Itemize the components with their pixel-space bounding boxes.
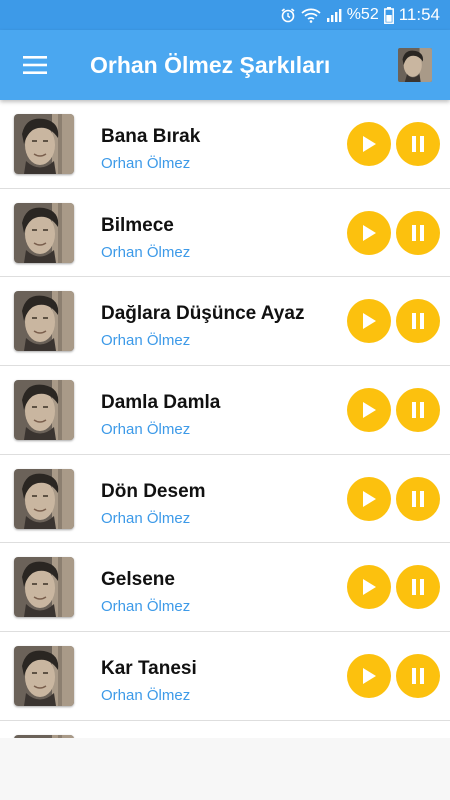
pause-button[interactable] xyxy=(396,654,440,699)
song-thumbnail xyxy=(14,557,74,618)
menu-button[interactable] xyxy=(0,30,70,100)
artist-avatar[interactable] xyxy=(398,48,432,82)
pause-button[interactable] xyxy=(396,122,440,166)
bottom-empty-area xyxy=(0,738,450,800)
play-icon xyxy=(363,224,376,241)
play-icon xyxy=(363,579,376,596)
song-list: Bana Bırak Orhan Ölmez Bilmece Orhan Ölm… xyxy=(0,100,450,738)
play-icon xyxy=(363,402,376,419)
song-row[interactable]: Gelsene Orhan Ölmez xyxy=(0,543,450,633)
play-button[interactable] xyxy=(347,210,391,255)
play-button[interactable] xyxy=(347,654,391,699)
song-title: Kar Tanesi xyxy=(101,658,197,680)
play-icon xyxy=(363,490,376,507)
pause-button[interactable] xyxy=(396,210,440,255)
song-row[interactable] xyxy=(0,720,450,738)
song-title: Gelsene xyxy=(101,569,175,591)
pause-icon xyxy=(412,490,424,507)
song-artist: Orhan Ölmez xyxy=(101,509,191,527)
page-title: Orhan Ölmez Şarkıları xyxy=(90,51,331,78)
song-title: Damla Damla xyxy=(101,392,221,414)
play-button[interactable] xyxy=(347,122,391,166)
song-artist: Orhan Ölmez xyxy=(101,243,191,261)
song-artist: Orhan Ölmez xyxy=(101,687,191,705)
song-thumbnail xyxy=(14,291,74,352)
song-thumbnail xyxy=(14,202,74,263)
play-button[interactable] xyxy=(347,388,391,433)
song-thumbnail xyxy=(14,380,74,441)
alarm-icon xyxy=(280,7,296,23)
pause-icon xyxy=(412,136,424,152)
clock: 11:54 xyxy=(398,5,440,24)
status-bar: %52 11:54 xyxy=(0,0,450,30)
pause-icon xyxy=(412,313,424,330)
play-button[interactable] xyxy=(347,299,391,344)
song-row[interactable]: Bilmece Orhan Ölmez xyxy=(0,188,450,278)
signal-icon xyxy=(326,7,342,23)
song-row[interactable]: Damla Damla Orhan Ölmez xyxy=(0,366,450,455)
song-thumbnail xyxy=(14,468,74,529)
pause-icon xyxy=(412,579,424,596)
menu-icon xyxy=(23,56,47,74)
play-icon xyxy=(363,668,376,685)
song-row[interactable]: Kar Tanesi Orhan Ölmez xyxy=(0,632,450,721)
pause-icon xyxy=(412,668,424,685)
pause-button[interactable] xyxy=(396,565,440,610)
play-button[interactable] xyxy=(347,565,391,610)
song-row[interactable]: Bana Bırak Orhan Ölmez xyxy=(0,100,450,189)
song-thumbnail xyxy=(14,646,74,707)
battery-percent: %52 xyxy=(346,6,379,23)
song-title: Dağlara Düşünce Ayaz xyxy=(101,303,305,325)
song-row[interactable]: Dön Desem Orhan Ölmez xyxy=(0,454,450,544)
song-artist: Orhan Ölmez xyxy=(101,155,191,172)
song-row[interactable]: Dağlara Düşünce Ayaz Orhan Ölmez xyxy=(0,277,450,367)
song-thumbnail xyxy=(14,114,74,174)
play-icon xyxy=(363,313,376,330)
song-title: Bana Bırak xyxy=(101,126,201,147)
song-title: Dön Desem xyxy=(101,480,206,502)
pause-button[interactable] xyxy=(396,476,440,521)
song-title: Bilmece xyxy=(101,214,174,236)
pause-button[interactable] xyxy=(396,388,440,433)
song-artist: Orhan Ölmez xyxy=(101,421,191,439)
wifi-icon xyxy=(301,7,321,23)
song-artist: Orhan Ölmez xyxy=(101,332,191,350)
pause-icon xyxy=(412,224,424,241)
battery-icon xyxy=(383,6,394,24)
play-icon xyxy=(363,136,376,152)
pause-button[interactable] xyxy=(396,299,440,344)
play-button[interactable] xyxy=(347,476,391,521)
pause-icon xyxy=(412,402,424,419)
song-artist: Orhan Ölmez xyxy=(101,598,191,616)
app-bar: Orhan Ölmez Şarkıları xyxy=(0,30,450,100)
